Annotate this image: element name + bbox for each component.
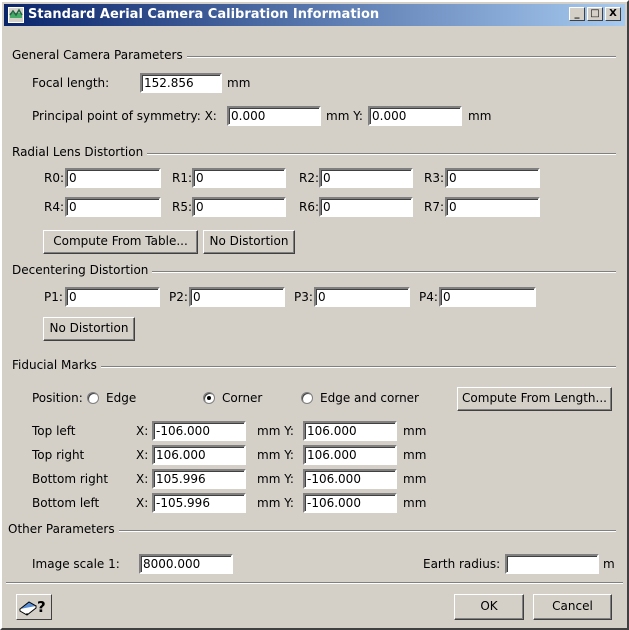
principal-point-x-input[interactable]: 0.000 xyxy=(227,106,321,126)
fiducial-bottom-right-y-input[interactable]: -106.000 xyxy=(303,469,397,489)
radial-r3-label: R3: xyxy=(424,171,445,185)
fiducial-unit: mm xyxy=(403,424,427,438)
decentering-p2-label: P2: xyxy=(169,290,188,304)
position-edge-and-corner-label: Edge and corner xyxy=(320,391,419,405)
principal-point-y-input[interactable]: 0.000 xyxy=(368,106,462,126)
radial-r2-label: R2: xyxy=(299,171,320,185)
position-edge-label: Edge xyxy=(106,391,137,405)
other-group-title: Other Parameters xyxy=(8,522,119,536)
fiducial-mid-label: mm Y: xyxy=(257,496,294,510)
position-corner-radio[interactable] xyxy=(203,392,215,404)
radial-r7-label: R7: xyxy=(424,200,445,214)
radial-no-distortion-button[interactable]: No Distortion xyxy=(203,230,295,254)
decentering-p2-input[interactable]: 0 xyxy=(189,287,285,307)
general-group-title: General Camera Parameters xyxy=(12,48,187,62)
fiducial-unit: mm xyxy=(403,448,427,462)
decentering-p3-input[interactable]: 0 xyxy=(314,287,410,307)
fiducial-top-right-x-input[interactable]: 106.000 xyxy=(152,445,246,465)
radial-r7-input[interactable]: 0 xyxy=(445,197,540,217)
fiducial-top-left-y-input[interactable]: 106.000 xyxy=(303,421,397,441)
fiducial-unit: mm xyxy=(403,496,427,510)
position-edge-radio[interactable] xyxy=(87,392,99,404)
radial-group-title: Radial Lens Distortion xyxy=(12,145,148,159)
close-button[interactable]: X xyxy=(605,7,621,21)
radial-r5-label: R5: xyxy=(172,200,193,214)
svg-text:?: ? xyxy=(37,598,46,616)
radial-r0-label: R0: xyxy=(44,171,65,185)
radial-r6-label: R6: xyxy=(299,200,320,214)
fiducial-unit: mm xyxy=(403,472,427,486)
focal-length-unit: mm xyxy=(227,76,251,90)
fiducial-x-label: X: xyxy=(136,496,149,510)
compute-from-length-button[interactable]: Compute From Length... xyxy=(457,387,612,411)
calibration-dialog: Standard Aerial Camera Calibration Infor… xyxy=(0,0,629,630)
fiducial-top-left-x-input[interactable]: -106.000 xyxy=(152,421,246,441)
help-book-icon: ? xyxy=(19,598,46,616)
position-label: Position: xyxy=(32,391,83,405)
radio-selected-dot xyxy=(207,396,211,400)
radial-r3-input[interactable]: 0 xyxy=(445,168,540,188)
radial-r6-input[interactable]: 0 xyxy=(319,197,413,217)
fiducial-bottom-left-x-input[interactable]: -105.996 xyxy=(152,493,246,513)
focal-length-label: Focal length: xyxy=(32,76,110,90)
fiducial-x-label: X: xyxy=(136,472,149,486)
fiducial-top-left-label: Top left xyxy=(32,424,76,438)
fiducial-x-label: X: xyxy=(136,424,149,438)
ok-button[interactable]: OK xyxy=(454,594,524,620)
position-edge-and-corner-radio[interactable] xyxy=(301,392,313,404)
fiducial-top-right-label: Top right xyxy=(32,448,85,462)
fiducial-bottom-right-label: Bottom right xyxy=(32,472,109,486)
decentering-group-title: Decentering Distortion xyxy=(12,263,153,277)
compute-from-table-button[interactable]: Compute From Table... xyxy=(43,230,198,254)
fiducial-x-label: X: xyxy=(136,448,149,462)
earth-radius-label: Earth radius: xyxy=(423,557,501,571)
title-bar[interactable]: Standard Aerial Camera Calibration Infor… xyxy=(4,4,625,26)
radial-r2-input[interactable]: 0 xyxy=(319,168,413,188)
fiducial-mid-label: mm Y: xyxy=(257,448,294,462)
cancel-button[interactable]: Cancel xyxy=(533,594,612,620)
image-scale-label: Image scale 1: xyxy=(32,557,120,571)
principal-point-unit: mm xyxy=(468,109,492,123)
radial-r4-label: R4: xyxy=(44,200,65,214)
radial-r1-input[interactable]: 0 xyxy=(192,168,286,188)
fiducial-group-title: Fiducial Marks xyxy=(12,358,101,372)
window-title: Standard Aerial Camera Calibration Infor… xyxy=(28,7,380,22)
fiducial-bottom-right-x-input[interactable]: 105.996 xyxy=(152,469,246,489)
decentering-no-distortion-button[interactable]: No Distortion xyxy=(43,317,135,341)
fiducial-mid-label: mm Y: xyxy=(257,472,294,486)
earth-radius-unit: m xyxy=(603,557,615,571)
fiducial-bottom-left-label: Bottom left xyxy=(32,496,100,510)
radial-r0-input[interactable]: 0 xyxy=(65,168,161,188)
footer-separator xyxy=(6,582,623,584)
image-scale-input[interactable]: 8000.000 xyxy=(139,554,233,574)
maximize-button[interactable]: □ xyxy=(587,7,603,21)
app-icon xyxy=(8,7,24,23)
minimize-button[interactable]: _ xyxy=(569,7,585,21)
decentering-p1-input[interactable]: 0 xyxy=(65,287,160,307)
radial-r4-input[interactable]: 0 xyxy=(65,197,161,217)
principal-point-mid-label: mm Y: xyxy=(326,109,363,123)
radial-r1-label: R1: xyxy=(172,171,193,185)
radial-r5-input[interactable]: 0 xyxy=(192,197,286,217)
fiducial-bottom-left-y-input[interactable]: -106.000 xyxy=(303,493,397,513)
focal-length-input[interactable]: 152.856 xyxy=(140,73,222,93)
position-corner-label: Corner xyxy=(222,391,263,405)
fiducial-separator xyxy=(12,366,616,368)
decentering-p1-label: P1: xyxy=(44,290,63,304)
decentering-p4-input[interactable]: 0 xyxy=(439,287,536,307)
earth-radius-input[interactable] xyxy=(505,554,599,574)
help-button[interactable]: ? xyxy=(16,594,52,620)
principal-point-label: Principal point of symmetry: X: xyxy=(32,109,217,123)
decentering-p3-label: P3: xyxy=(294,290,313,304)
decentering-p4-label: P4: xyxy=(419,290,438,304)
fiducial-top-right-y-input[interactable]: 106.000 xyxy=(303,445,397,465)
fiducial-mid-label: mm Y: xyxy=(257,424,294,438)
